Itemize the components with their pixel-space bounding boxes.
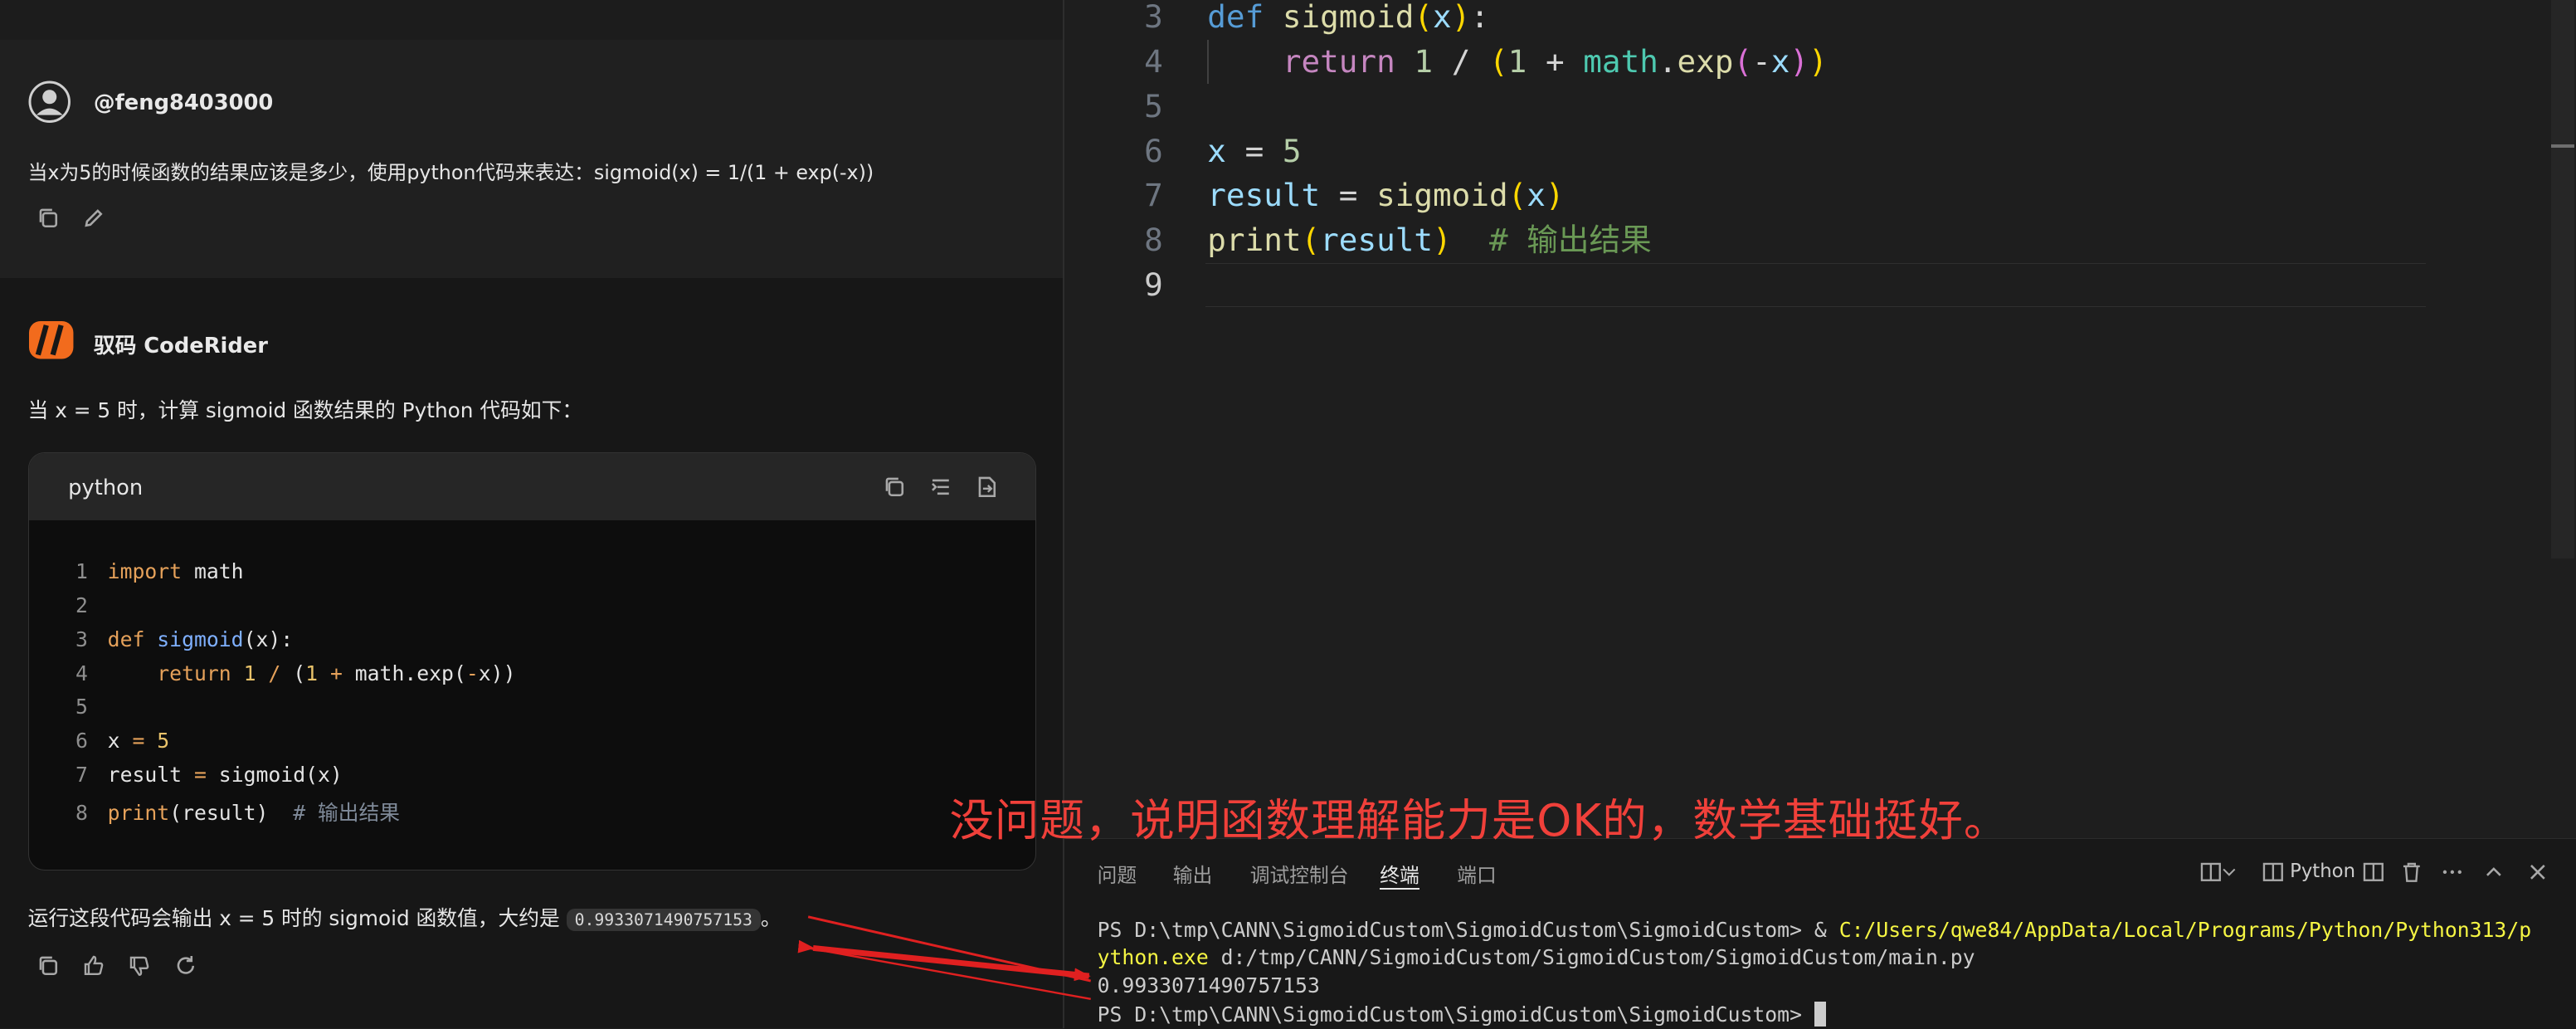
annotation-arrows <box>797 915 1092 1001</box>
arrow-thick <box>797 939 1091 982</box>
